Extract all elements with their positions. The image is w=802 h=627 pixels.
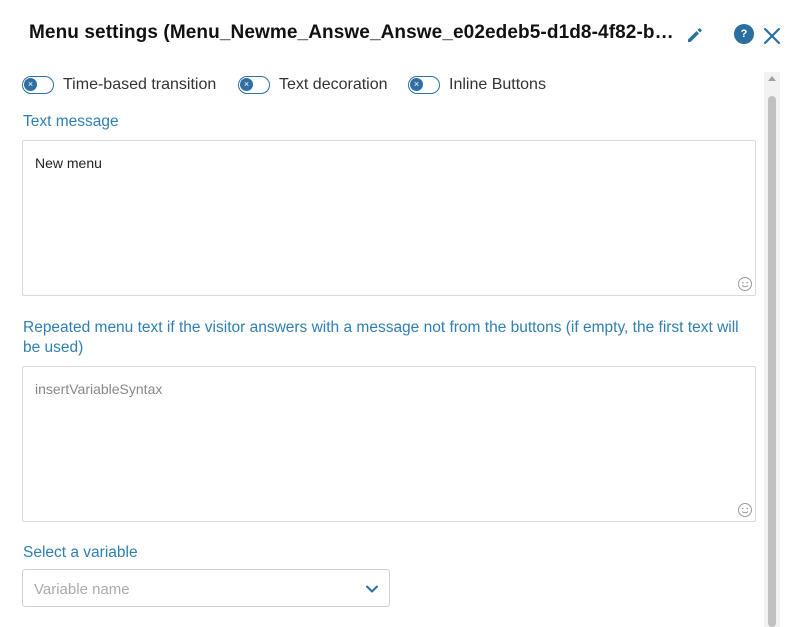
text-message-value: New menu [35, 155, 102, 171]
repeated-text-input[interactable]: insertVariableSyntax [22, 366, 756, 522]
scrollbar-thumb[interactable] [768, 96, 776, 627]
toggle-switch[interactable]: × [408, 76, 440, 94]
variable-select[interactable]: Variable name [22, 569, 390, 607]
toggle-label: Text decoration [279, 76, 388, 93]
close-button[interactable] [760, 24, 784, 48]
vertical-scrollbar[interactable] [764, 72, 780, 627]
toggle-label: Time-based transition [63, 76, 217, 93]
toggle-off-icon: × [410, 78, 423, 91]
help-button[interactable]: ? [734, 24, 754, 44]
toggle-inline-buttons[interactable]: × Inline Buttons [408, 74, 546, 96]
select-variable-label: Select a variable [23, 544, 138, 561]
scroll-up-arrow-icon[interactable] [768, 76, 776, 81]
toggle-switch[interactable]: × [238, 76, 270, 94]
text-message-input[interactable]: New menu [22, 140, 756, 296]
toggle-text-decoration[interactable]: × Text decoration [238, 74, 388, 96]
emoji-icon[interactable] [737, 276, 753, 292]
help-icon: ? [740, 28, 748, 40]
close-icon [763, 27, 781, 45]
toggle-switch[interactable]: × [22, 76, 54, 94]
dialog-title: Menu settings (Menu_Newme_Answe_Answe_e0… [29, 22, 679, 43]
variable-placeholder: Variable name [34, 581, 130, 598]
edit-title-button[interactable] [684, 24, 706, 46]
repeated-text-label: Repeated menu text if the visitor answer… [23, 319, 739, 356]
repeated-text-placeholder: insertVariableSyntax [35, 381, 163, 397]
menu-settings-dialog: Menu settings (Menu_Newme_Answe_Answe_e0… [0, 0, 802, 627]
chevron-down-icon [366, 585, 378, 593]
toggle-time-based-transition[interactable]: × Time-based transition [22, 74, 216, 96]
toggle-off-icon: × [240, 78, 253, 91]
toggle-label: Inline Buttons [449, 76, 546, 93]
pencil-icon [688, 28, 702, 42]
emoji-icon[interactable] [737, 502, 753, 518]
text-message-label: Text message [23, 113, 119, 130]
toggle-off-icon: × [24, 78, 37, 91]
